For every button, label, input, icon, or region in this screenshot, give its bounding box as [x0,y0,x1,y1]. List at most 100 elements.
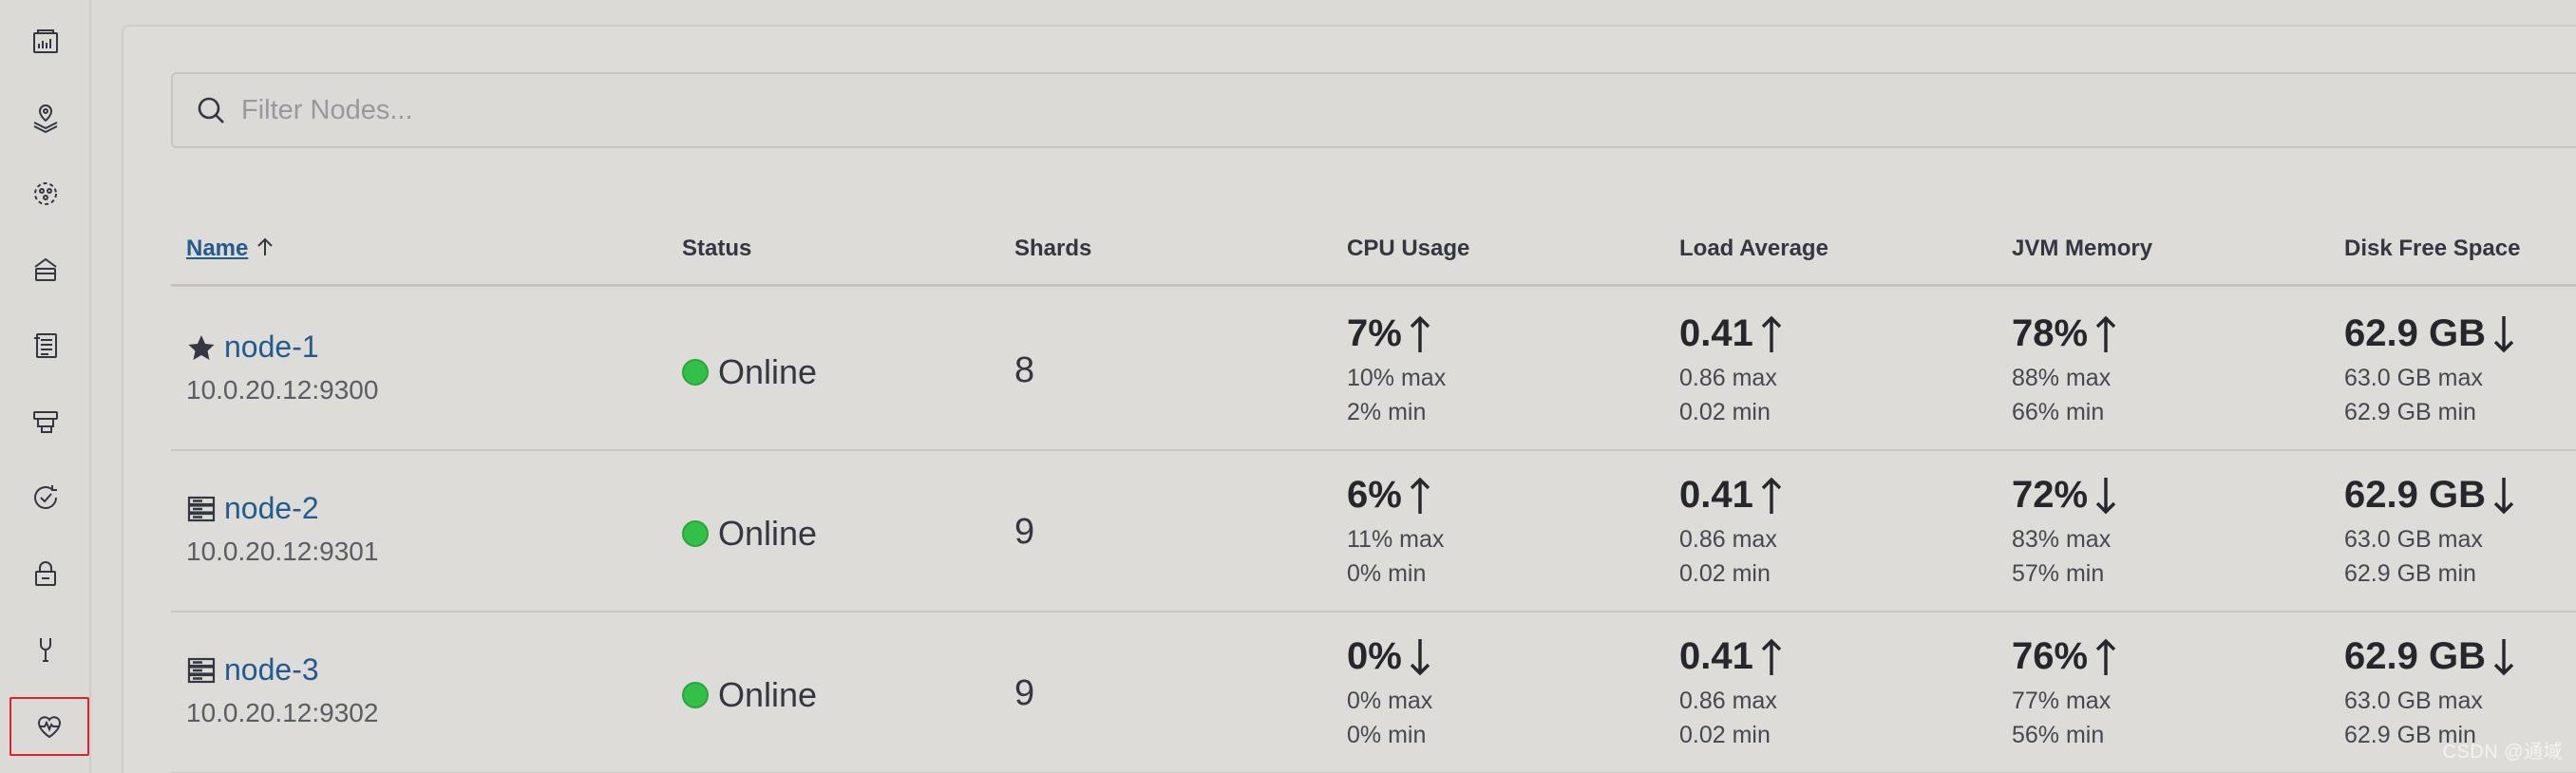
jvm-max: 83% max [2012,526,2112,553]
column-header-status[interactable]: Status [682,236,751,262]
trend-up-icon [1753,637,1784,677]
watermark: CSDN @通域 [2442,742,2563,763]
node-address: 10.0.20.12:9302 [186,698,379,727]
jvm-max: 88% max [2012,365,2112,391]
column-header-name[interactable]: Name [186,236,276,262]
nodes-panel: Name Status Shards CPU Usage Load Averag… [122,25,2576,773]
cpu-value: 7% [1347,312,1402,354]
column-header-shards[interactable]: Shards [1014,236,1091,262]
trend-up-icon [2088,637,2118,677]
load-metric: 0.41 0.86 max 0.02 min [1679,474,1784,591]
jvm-metric: 78% 88% max 66% min [2012,312,2118,429]
column-header-jvm[interactable]: JVM Memory [2012,236,2152,262]
load-value: 0.41 [1679,312,1753,354]
jvm-min: 56% min [2012,722,2105,748]
load-value: 0.41 [1679,635,1753,677]
status-label: Online [718,352,818,391]
status-label: Online [718,514,818,553]
cpu-metric: 7% 10% max 2% min [1347,312,1446,429]
trend-up-icon [1753,476,1784,516]
cpu-min: 0% min [1347,560,1427,587]
load-min: 0.02 min [1679,722,1771,748]
jvm-metric: 72% 83% max 57% min [2012,474,2118,591]
table-row: node-3 10.0.20.12:9302 Online 9 0% 0% max 0% m… [171,613,2576,773]
disk-value: 62.9 GB [2344,474,2486,516]
cpu-max: 11% max [1347,526,1445,553]
trend-down-icon [2486,637,2516,677]
side-nav [0,0,91,773]
load-max: 0.86 max [1679,688,1777,714]
node-name-link[interactable]: node-1 [186,330,319,365]
search-icon [198,97,224,123]
server-icon [186,655,224,686]
uptime-icon[interactable] [25,477,66,518]
shards-count: 9 [1014,512,1035,552]
cpu-value: 6% [1347,474,1402,516]
cpu-metric: 0% 0% max 0% min [1347,635,1432,752]
status-cell: Online [682,675,817,715]
jvm-min: 57% min [2012,560,2105,587]
jvm-value: 76% [2012,635,2089,677]
load-value: 0.41 [1679,474,1753,516]
table-header: Name Status Shards CPU Usage Load Averag… [171,207,2576,287]
column-header-cpu[interactable]: CPU Usage [1347,236,1469,262]
logs-icon[interactable] [25,325,66,367]
ingest-icon[interactable] [25,401,66,443]
trend-down-icon [2486,314,2516,354]
disk-max: 63.0 GB max [2344,526,2483,553]
disk-metric: 62.9 GB 63.0 GB max 62.9 GB min [2344,312,2516,429]
column-header-load[interactable]: Load Average [1679,236,1828,262]
star-icon [186,332,224,363]
cpu-max: 0% max [1347,688,1433,714]
machine-learning-icon[interactable] [25,173,66,215]
trend-down-icon [2486,476,2516,516]
dev-tools-icon[interactable] [25,629,66,670]
cpu-min: 2% min [1347,399,1427,425]
cpu-min: 0% min [1347,722,1427,748]
load-metric: 0.41 0.86 max 0.02 min [1679,635,1784,752]
disk-max: 63.0 GB max [2344,365,2483,391]
filter-input[interactable] [241,94,1381,126]
filter-box[interactable] [171,72,2576,148]
jvm-metric: 76% 77% max 56% min [2012,635,2118,752]
disk-max: 63.0 GB max [2344,688,2483,714]
trend-down-icon [1402,637,1432,677]
load-min: 0.02 min [1679,399,1771,425]
sort-ascending-icon [257,237,274,255]
security-icon[interactable] [25,553,66,594]
status-online-dot [682,359,709,386]
status-label: Online [718,675,818,714]
trend-up-icon [1402,314,1432,354]
table-row: node-2 10.0.20.12:9301 Online 9 6% 11% max 0% … [171,451,2576,613]
jvm-value: 78% [2012,312,2089,354]
jvm-max: 77% max [2012,688,2112,714]
cpu-metric: 6% 11% max 0% min [1347,474,1444,591]
disk-metric: 62.9 GB 63.0 GB max 62.9 GB min [2344,474,2516,591]
node-address: 10.0.20.12:9301 [186,537,379,566]
disk-min: 62.9 GB min [2344,560,2476,587]
status-online-dot [682,520,709,547]
trend-up-icon [1753,314,1784,354]
disk-metric: 62.9 GB 63.0 GB max 62.9 GB min [2344,635,2516,752]
shards-count: 8 [1014,350,1035,390]
shards-count: 9 [1014,673,1035,713]
load-max: 0.86 max [1679,365,1777,391]
column-header-disk[interactable]: Disk Free Space [2344,236,2520,262]
status-cell: Online [682,514,817,554]
load-max: 0.86 max [1679,526,1777,553]
node-name-link[interactable]: node-2 [186,491,319,526]
disk-value: 62.9 GB [2344,312,2486,354]
maps-icon[interactable] [25,97,66,139]
node-name-link[interactable]: node-3 [186,652,319,688]
trend-down-icon [2088,476,2118,516]
stack-management-icon[interactable] [25,249,66,291]
stack-monitoring-icon[interactable] [9,697,89,756]
status-cell: Online [682,352,817,392]
node-address: 10.0.20.12:9300 [186,375,379,405]
server-icon [186,494,224,524]
dashboard-icon[interactable] [25,21,66,63]
jvm-min: 66% min [2012,399,2105,425]
cpu-value: 0% [1347,635,1402,677]
disk-min: 62.9 GB min [2344,399,2476,425]
jvm-value: 72% [2012,474,2089,516]
